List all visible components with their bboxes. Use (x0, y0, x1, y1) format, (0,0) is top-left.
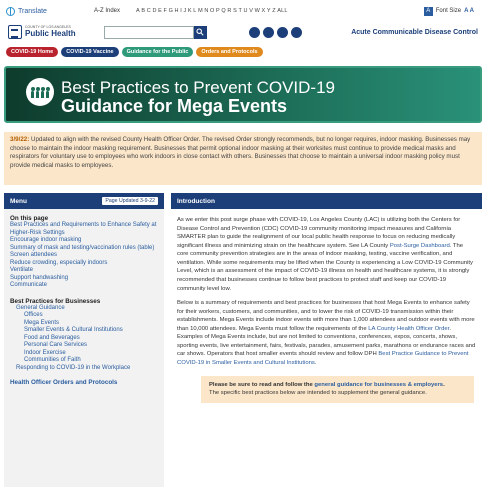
guidance-item-link[interactable]: Communities of Faith (4, 357, 164, 365)
az-letter-link[interactable]: S (233, 8, 237, 14)
az-letter-link[interactable]: D (152, 8, 156, 14)
update-date: 3/9/22: (10, 136, 30, 143)
az-letter-link[interactable]: W (255, 8, 260, 14)
twitter-icon[interactable] (262, 26, 274, 38)
general-guidance-link[interactable]: General Guidance (4, 305, 164, 313)
orders-protocols-link[interactable]: Health Officer Orders and Protocols (4, 379, 164, 386)
az-letter-link[interactable]: O (210, 8, 214, 14)
on-this-page-links: Best Practices and Requirements to Enhan… (4, 222, 164, 290)
font-size-control[interactable]: A Font Size A A (423, 6, 480, 16)
main-content: Introduction As we enter this post surge… (171, 193, 482, 487)
page-title: Best Practices to Prevent COVID-19 (61, 78, 335, 97)
on-this-page-link[interactable]: Reduce crowding, especially indoors (4, 260, 164, 268)
font-size-buttons[interactable]: A A (464, 8, 474, 14)
intro-paragraph-2: Below is a summary of requirements and b… (177, 300, 476, 366)
intro-paragraph-1: As we enter this post surge phase with C… (177, 217, 473, 292)
az-letter-link[interactable]: X (261, 8, 265, 14)
utility-bar: Translate A-Z Index ABCDEFGHIJKLMNOPQRST… (0, 0, 486, 22)
update-text: Updated to align with the revised County… (10, 136, 471, 170)
sidebar-menu: Menu Page Updated 3-9-22 On this page Be… (4, 193, 164, 487)
nav-pill[interactable]: Orders and Protocols (196, 47, 263, 57)
az-letter-link[interactable]: E (158, 8, 162, 14)
globe-icon (6, 6, 15, 16)
menu-header: Menu Page Updated 3-9-22 (4, 193, 164, 209)
social-links (248, 26, 302, 38)
az-letter-link[interactable]: N (204, 8, 208, 14)
update-notice: 3/9/22: Updated to align with the revise… (4, 132, 482, 185)
az-letter-nav: A B C D E F G H I J K L M N O P Q R S T U V W X Y Z ALL (136, 8, 288, 14)
on-this-page-link[interactable]: Summary of mask and testing/vaccination … (4, 245, 164, 253)
intro-header: Introduction (171, 193, 482, 209)
az-letter-link[interactable]: H (175, 8, 179, 14)
on-this-page-link[interactable]: Ventilate (4, 267, 164, 275)
logo-public-health-text: Public Health (25, 28, 76, 38)
az-letter-link[interactable]: U (244, 8, 248, 14)
az-letter-link[interactable]: R (227, 8, 231, 14)
az-letter-link[interactable]: P (216, 8, 220, 14)
nav-pill[interactable]: COVID-19 Vaccine (61, 47, 119, 57)
menu-title: Menu (10, 197, 27, 205)
general-guidance-notice: Please be sure to read and follow the ge… (201, 375, 474, 403)
az-letter-link[interactable]: L (193, 8, 196, 14)
page-updated-badge: Page Updated 3-9-22 (102, 197, 158, 205)
youtube-icon[interactable] (276, 26, 288, 38)
guidance-item-link[interactable]: Indoor Exercise (4, 350, 164, 358)
az-letter-link[interactable]: B (141, 8, 145, 14)
az-letter-link[interactable]: M (198, 8, 203, 14)
az-letter-link[interactable]: T (238, 8, 242, 14)
az-letter-link[interactable]: K (188, 8, 192, 14)
facebook-icon[interactable] (248, 26, 260, 38)
font-size-icon: A (423, 6, 433, 16)
guidance-item-link[interactable]: Personal Care Services (4, 342, 164, 350)
division-title[interactable]: Acute Communicable Disease Control (351, 29, 478, 36)
az-letter-link[interactable]: ALL (277, 8, 287, 14)
on-this-page-link[interactable]: Communicate (4, 282, 164, 290)
health-officer-order-link[interactable]: LA County Health Officer Order (368, 326, 449, 332)
page-banner: Best Practices to Prevent COVID-19 Guida… (4, 66, 482, 123)
font-size-label: Font Size (435, 8, 462, 14)
guidance-item-link[interactable]: Offices (4, 312, 164, 320)
az-letter-link[interactable]: G (169, 8, 173, 14)
general-guidance-items: Offices Mega Events Smaller Events & Cultu… (4, 312, 164, 365)
az-letter-link[interactable]: J (183, 8, 186, 14)
workplace-link[interactable]: Responding to COVID-19 in the Workplace (4, 365, 164, 373)
notice-supplement-text: The specific best practices below are in… (209, 390, 427, 397)
search-button[interactable] (193, 25, 207, 39)
best-practices-heading: Best Practices for Businesses (10, 297, 101, 305)
on-this-page-link[interactable]: Support handwashing (4, 275, 164, 283)
instagram-icon[interactable] (290, 26, 302, 38)
on-this-page-heading: On this page (10, 215, 49, 222)
guidance-item-link[interactable]: Food and Beverages (4, 335, 164, 343)
nav-pill[interactable]: Guidance for the Public (121, 47, 194, 57)
az-letter-link[interactable]: Y (267, 8, 271, 14)
guidance-item-link[interactable]: Smaller Events & Cultural Institutions (4, 327, 164, 335)
az-letter-link[interactable]: V (249, 8, 253, 14)
search-icon (196, 28, 204, 36)
az-letter-link[interactable]: A (136, 8, 140, 14)
az-index-link[interactable]: A-Z Index (94, 8, 130, 14)
post-surge-dashboard-link[interactable]: Post-Surge Dashboard (390, 243, 450, 249)
translate-link[interactable]: Translate (6, 6, 76, 16)
search-input[interactable] (103, 25, 194, 39)
intro-title: Introduction (177, 197, 215, 205)
on-this-page-link[interactable]: Best Practices and Requirements to Enhan… (4, 222, 164, 237)
on-this-page-link[interactable]: Screen attendees (4, 252, 164, 260)
public-health-logo[interactable]: COUNTY OF LOS ANGELES Public Health (8, 25, 76, 39)
translate-label: Translate (18, 7, 47, 15)
crowd-icon (26, 78, 54, 106)
general-guidance-link-main[interactable]: general guidance for businesses & employ… (314, 382, 443, 388)
site-header: COUNTY OF LOS ANGELES Public Health Acut… (0, 22, 486, 42)
logo-mark-icon (8, 25, 22, 39)
page-subtitle: Guidance for Mega Events (61, 96, 288, 116)
covid-nav-pills: COVID-19 Home COVID-19 Vaccine Guidance fo… (6, 47, 263, 57)
nav-pill[interactable]: COVID-19 Home (6, 47, 59, 57)
az-letter-link[interactable]: I (180, 8, 182, 14)
az-letter-link[interactable]: F (164, 8, 168, 14)
on-this-page-link[interactable]: Encourage indoor masking (4, 237, 164, 245)
az-letter-link[interactable]: Z (272, 8, 276, 14)
guidance-item-link[interactable]: Mega Events (4, 320, 164, 328)
az-letter-link[interactable]: C (147, 8, 151, 14)
az-letter-link[interactable]: Q (221, 8, 225, 14)
